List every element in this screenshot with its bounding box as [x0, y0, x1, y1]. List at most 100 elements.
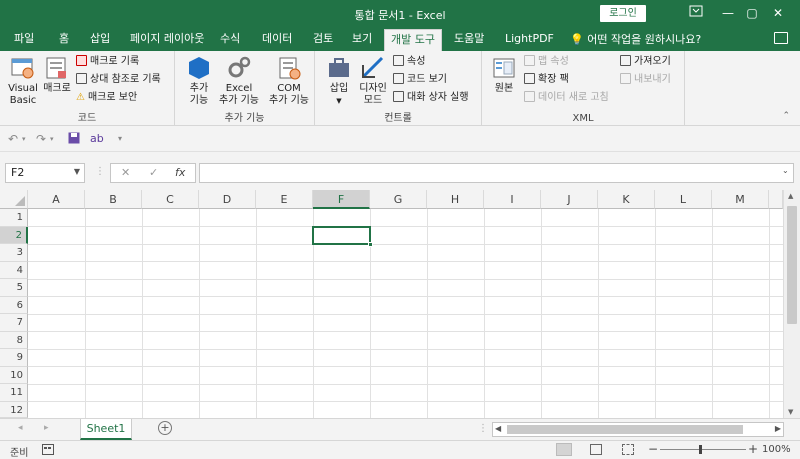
close-button[interactable]: ✕	[766, 4, 790, 22]
row-header[interactable]: 7	[0, 314, 28, 332]
excel-addins-button[interactable]: Excel 추가 기능	[215, 55, 263, 107]
row-header[interactable]: 4	[0, 261, 28, 279]
refresh-data-button[interactable]: 데이터 새로 고침	[524, 91, 609, 104]
column-header[interactable]: J	[541, 190, 598, 209]
tab-view[interactable]: 보기	[352, 31, 372, 51]
row-header[interactable]: 12	[0, 401, 28, 418]
sheet-tab[interactable]: Sheet1	[80, 419, 132, 440]
customize-qat-icon[interactable]: ▾	[118, 134, 122, 143]
column-header[interactable]: H	[427, 190, 484, 209]
tab-review[interactable]: 검토	[313, 31, 333, 51]
macro-security-button[interactable]: ⚠ 매크로 보안	[76, 91, 137, 104]
fill-handle[interactable]	[368, 242, 373, 247]
expand-formula-bar-icon[interactable]: ⌄	[782, 166, 789, 175]
design-mode-button[interactable]: 디자인 모드	[357, 55, 389, 107]
tab-data[interactable]: 데이터	[262, 31, 292, 51]
tab-developer[interactable]: 개발 도구	[384, 29, 442, 51]
row-header[interactable]: 11	[0, 384, 28, 402]
redo-dropdown-icon[interactable]: ▾	[50, 135, 54, 143]
scroll-right-icon[interactable]: ▶	[775, 424, 781, 433]
view-code-button[interactable]: 코드 보기	[393, 73, 447, 86]
macros-button[interactable]: 매크로	[42, 55, 72, 95]
formula-input[interactable]	[199, 163, 794, 183]
ribbon-display-options-icon[interactable]	[684, 4, 708, 22]
selected-cell[interactable]	[312, 225, 373, 247]
next-sheet-icon[interactable]: ▸	[44, 423, 49, 433]
row-header[interactable]: 8	[0, 331, 28, 349]
xml-source-button[interactable]: 원본	[490, 55, 518, 95]
insert-function-icon[interactable]: fx	[175, 166, 185, 179]
save-icon[interactable]	[68, 132, 80, 147]
tab-file[interactable]: 파일	[14, 31, 34, 51]
column-header-partial[interactable]	[769, 190, 783, 209]
zoom-slider[interactable]	[660, 449, 746, 450]
tab-insert[interactable]: 삽입	[90, 31, 110, 51]
column-header[interactable]: E	[256, 190, 313, 209]
minimize-button[interactable]: —	[716, 4, 740, 22]
column-header[interactable]: B	[85, 190, 142, 209]
splitter-icon[interactable]: ⋮	[478, 423, 488, 434]
undo-dropdown-icon[interactable]: ▾	[22, 135, 26, 143]
zoom-slider-handle[interactable]	[699, 445, 702, 454]
row-header[interactable]: 1	[0, 209, 28, 227]
tab-page-layout[interactable]: 페이지 레이아웃	[130, 31, 204, 51]
relative-refs-button[interactable]: 상대 참조로 기록	[76, 73, 161, 86]
restore-button[interactable]: ▢	[740, 4, 764, 22]
prev-sheet-icon[interactable]: ◂	[18, 423, 23, 433]
column-header[interactable]: L	[655, 190, 712, 209]
collapse-ribbon-icon[interactable]: ⌃	[782, 111, 790, 121]
tab-home[interactable]: 홈	[59, 31, 69, 51]
run-dialog-button[interactable]: 대화 상자 실행	[393, 91, 469, 104]
page-break-view-icon[interactable]	[622, 444, 634, 455]
zoom-out-button[interactable]: −	[648, 442, 658, 456]
column-header[interactable]: G	[370, 190, 427, 209]
zoom-in-button[interactable]: +	[748, 442, 758, 456]
select-all-corner[interactable]	[0, 190, 28, 209]
export-button[interactable]: 내보내기	[620, 73, 671, 86]
comment-icon[interactable]	[774, 32, 788, 44]
row-header[interactable]: 3	[0, 244, 28, 262]
normal-view-icon[interactable]	[556, 443, 572, 456]
scroll-left-icon[interactable]: ◀	[495, 424, 501, 433]
row-header[interactable]: 9	[0, 349, 28, 367]
row-header[interactable]: 5	[0, 279, 28, 297]
row-header[interactable]: 2	[0, 226, 28, 244]
name-box[interactable]: F2 ▼	[5, 163, 85, 183]
accessibility-icon[interactable]	[42, 444, 54, 458]
column-header[interactable]: D	[199, 190, 256, 209]
expansion-packs-button[interactable]: 확장 팩	[524, 73, 569, 86]
undo-icon[interactable]: ↶	[8, 132, 18, 146]
vertical-scrollbar[interactable]: ▲ ▼	[783, 190, 800, 418]
tab-lightpdf[interactable]: LightPDF	[505, 31, 554, 51]
page-layout-view-icon[interactable]	[590, 444, 602, 455]
vertical-scroll-thumb[interactable]	[787, 206, 797, 324]
map-properties-button[interactable]: 맵 속성	[524, 55, 569, 68]
import-button[interactable]: 가져오기	[620, 55, 671, 68]
column-header[interactable]: A	[28, 190, 85, 209]
scroll-down-icon[interactable]: ▼	[788, 408, 793, 416]
record-macro-button[interactable]: 매크로 기록	[76, 55, 139, 68]
visual-basic-button[interactable]: Visual Basic	[6, 55, 40, 107]
scroll-up-icon[interactable]: ▲	[788, 192, 793, 200]
column-header[interactable]: M	[712, 190, 769, 209]
column-header[interactable]: K	[598, 190, 655, 209]
com-addins-button[interactable]: COM 추가 기능	[265, 55, 313, 107]
column-header[interactable]: I	[484, 190, 541, 209]
addins-button[interactable]: 추가 기능	[185, 55, 213, 107]
row-header[interactable]: 10	[0, 366, 28, 384]
properties-button[interactable]: 속성	[393, 55, 425, 68]
chevron-down-icon[interactable]: ▼	[74, 167, 80, 176]
tab-help[interactable]: 도움말	[454, 31, 484, 51]
row-header[interactable]: 6	[0, 296, 28, 314]
cancel-icon[interactable]: ✕	[121, 166, 130, 179]
enter-icon[interactable]: ✓	[149, 166, 158, 179]
login-button[interactable]: 로그인	[600, 5, 646, 22]
insert-control-button[interactable]: 삽입 ▼	[325, 55, 353, 107]
spelling-icon[interactable]: ab	[90, 132, 104, 145]
zoom-level[interactable]: 100%	[762, 444, 791, 455]
tab-formulas[interactable]: 수식	[220, 31, 240, 51]
horizontal-scrollbar[interactable]: ◀ ▶	[492, 422, 784, 437]
tell-me-search[interactable]: 💡 어떤 작업을 원하시나요?	[570, 31, 701, 47]
add-sheet-icon[interactable]: +	[158, 421, 172, 435]
redo-icon[interactable]: ↷	[36, 132, 46, 146]
